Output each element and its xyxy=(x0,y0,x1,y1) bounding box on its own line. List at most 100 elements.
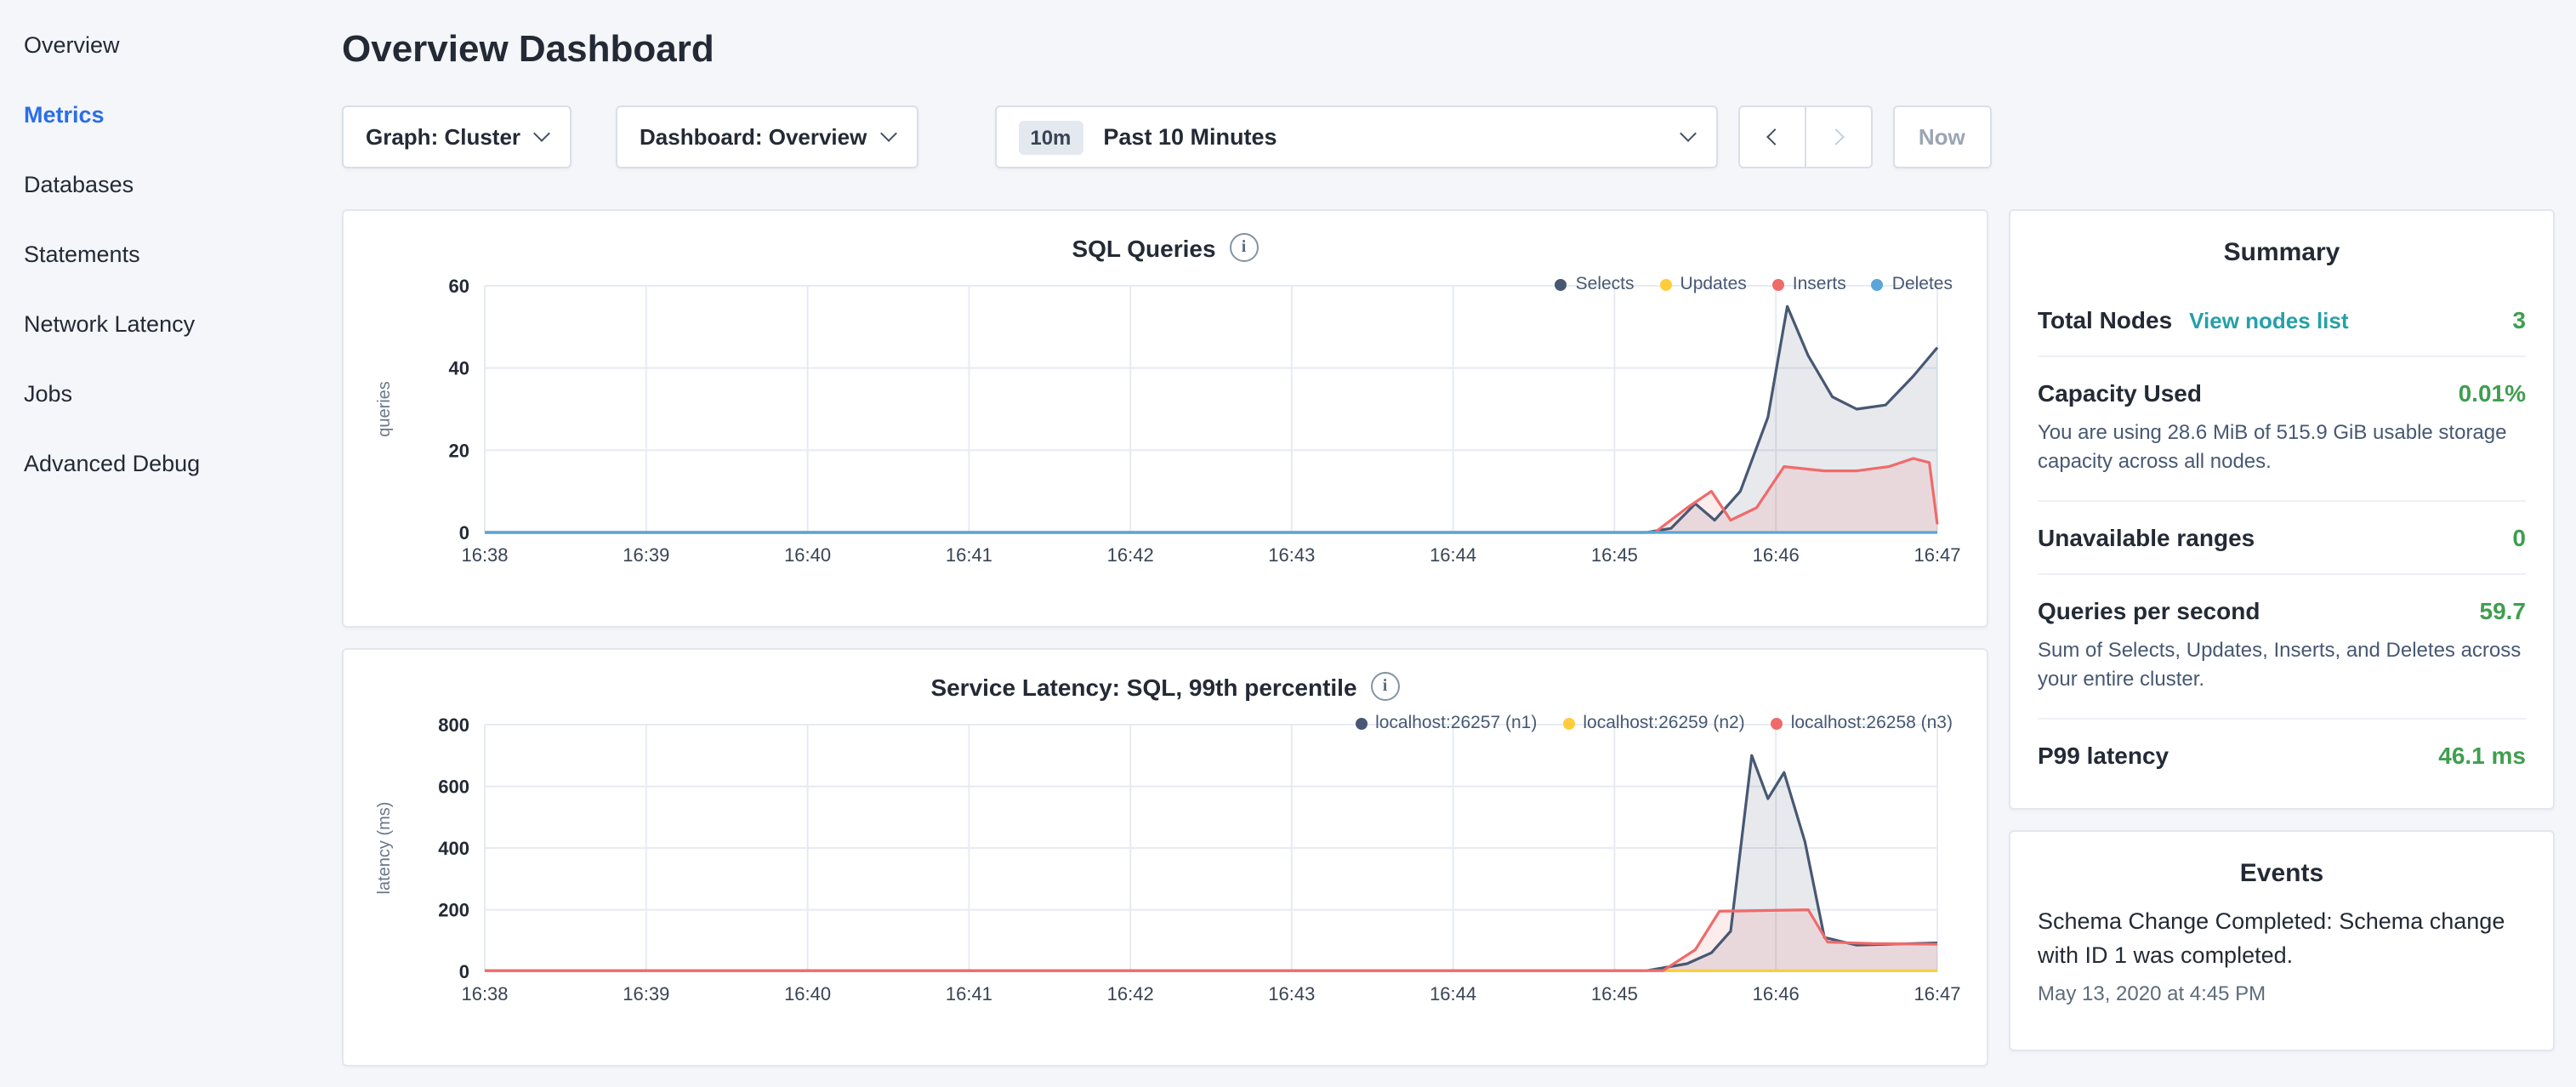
app-root: Overview Metrics Databases Statements Ne… xyxy=(0,0,2576,1087)
stat-value: 0.01% xyxy=(2459,379,2526,407)
sidebar-item-advanced-debug[interactable]: Advanced Debug xyxy=(0,429,342,498)
time-next-button[interactable] xyxy=(1804,105,1872,168)
time-range-label: Past 10 Minutes xyxy=(1103,124,1277,150)
chart-legend: Selects Updates Inserts Deletes xyxy=(1555,274,1953,294)
svg-text:16:42: 16:42 xyxy=(1107,983,1154,1004)
svg-text:20: 20 xyxy=(449,440,469,461)
graph-selector-label: Graph: Cluster xyxy=(366,124,520,150)
summary-stat-p99-latency: P99 latency 46.1 ms xyxy=(2038,717,2526,790)
chart-legend: localhost:26257 (n1) localhost:26259 (n2)… xyxy=(1355,713,1953,733)
stat-label: Capacity Used xyxy=(2038,379,2202,407)
legend-item: Selects xyxy=(1555,274,1635,294)
view-nodes-list-link[interactable]: View nodes list xyxy=(2189,308,2348,333)
sidebar-item-statements[interactable]: Statements xyxy=(0,219,342,289)
svg-text:16:45: 16:45 xyxy=(1591,983,1638,1004)
svg-text:16:39: 16:39 xyxy=(623,544,669,566)
right-column: Summary Total Nodes View nodes list 3 xyxy=(2009,209,2555,1050)
stat-label: Total Nodes xyxy=(2038,306,2172,333)
legend-dot-icon xyxy=(1771,717,1783,729)
sidebar-item-network-latency[interactable]: Network Latency xyxy=(0,289,342,359)
svg-text:16:46: 16:46 xyxy=(1753,983,1800,1004)
svg-text:16:39: 16:39 xyxy=(623,983,669,1004)
stat-value: 0 xyxy=(2512,524,2526,551)
svg-text:latency (ms): latency (ms) xyxy=(375,802,394,895)
svg-text:0: 0 xyxy=(459,522,469,544)
svg-text:16:40: 16:40 xyxy=(784,983,831,1004)
stat-note: You are using 28.6 MiB of 515.9 GiB usab… xyxy=(2038,418,2526,478)
charts-column: SQL Queries SelectsUpdatesInsertsDeletes… xyxy=(342,209,1988,1087)
legend-item: localhost:26257 (n1) xyxy=(1355,713,1537,733)
page-title: Overview Dashboard xyxy=(342,27,2555,71)
svg-text:16:41: 16:41 xyxy=(946,544,992,566)
legend-dot-icon xyxy=(1555,278,1567,290)
time-range-dropdown[interactable]: 10m Past 10 Minutes xyxy=(994,105,1717,168)
svg-text:16:43: 16:43 xyxy=(1268,983,1315,1004)
legend-item: localhost:26259 (n2) xyxy=(1562,713,1744,733)
svg-text:16:38: 16:38 xyxy=(461,983,508,1004)
stat-note: Sum of Selects, Updates, Inserts, and De… xyxy=(2038,636,2526,696)
time-prev-button[interactable] xyxy=(1737,105,1805,168)
svg-text:800: 800 xyxy=(438,714,469,736)
event-text: Schema Change Completed: Schema change w… xyxy=(2038,904,2526,973)
summary-stat-unavailable-ranges: Unavailable ranges 0 xyxy=(2038,500,2526,573)
events-title: Events xyxy=(2038,858,2526,887)
stat-label: Unavailable ranges xyxy=(2038,524,2255,551)
sidebar: Overview Metrics Databases Statements Ne… xyxy=(0,0,342,1087)
chart-title: Service Latency: SQL, 99th percentile xyxy=(930,673,1356,700)
stat-label: P99 latency xyxy=(2038,741,2169,768)
sidebar-item-jobs[interactable]: Jobs xyxy=(0,359,342,429)
legend-dot-icon xyxy=(1660,278,1672,290)
chevron-down-icon xyxy=(533,125,550,142)
summary-stat-capacity-used: Capacity Used 0.01% You are using 28.6 M… xyxy=(2038,356,2526,500)
events-panel: Events Schema Change Completed: Schema c… xyxy=(2009,829,2555,1050)
service-latency-chart-card: Service Latency: SQL, 99th percentile lo… xyxy=(342,648,1988,1067)
svg-text:16:46: 16:46 xyxy=(1753,544,1800,566)
chevron-right-icon xyxy=(1827,128,1844,145)
main-content: Overview Dashboard Graph: Cluster Dashbo… xyxy=(342,0,2576,1087)
svg-text:16:40: 16:40 xyxy=(784,544,831,566)
sql-queries-chart-card: SQL Queries SelectsUpdatesInsertsDeletes… xyxy=(342,209,1988,628)
svg-text:200: 200 xyxy=(438,900,469,921)
info-icon[interactable] xyxy=(1230,233,1259,262)
sidebar-item-overview[interactable]: Overview xyxy=(0,10,342,80)
svg-text:16:47: 16:47 xyxy=(1914,544,1960,566)
info-icon[interactable] xyxy=(1371,672,1400,701)
content-row: SQL Queries SelectsUpdatesInsertsDeletes… xyxy=(342,209,2555,1087)
svg-text:600: 600 xyxy=(438,777,469,798)
svg-text:16:44: 16:44 xyxy=(1430,544,1476,566)
summary-title: Summary xyxy=(2038,238,2526,267)
stat-label: Queries per second xyxy=(2038,597,2260,624)
svg-text:queries: queries xyxy=(375,381,394,437)
summary-stat-queries-per-second: Queries per second 59.7 Sum of Selects, … xyxy=(2038,573,2526,718)
svg-text:400: 400 xyxy=(438,838,469,859)
stat-value: 3 xyxy=(2512,306,2526,333)
chevron-down-icon xyxy=(1679,125,1696,142)
summary-stat-total-nodes: Total Nodes View nodes list 3 xyxy=(2038,284,2526,356)
legend-dot-icon xyxy=(1562,717,1574,729)
svg-text:16:38: 16:38 xyxy=(461,544,508,566)
graph-selector-dropdown[interactable]: Graph: Cluster xyxy=(342,105,571,168)
sql-queries-chart[interactable]: 16:3816:3916:4016:4116:4216:4316:4416:45… xyxy=(366,276,1965,573)
legend-item: localhost:26258 (n3) xyxy=(1771,713,1953,733)
chevron-down-icon xyxy=(879,125,896,142)
legend-dot-icon xyxy=(1355,717,1367,729)
svg-text:40: 40 xyxy=(449,358,469,379)
legend-item: Inserts xyxy=(1772,274,1846,294)
legend-item: Deletes xyxy=(1872,274,1953,294)
service-latency-chart[interactable]: 16:3816:3916:4016:4116:4216:4316:4416:45… xyxy=(366,714,1965,1012)
legend-item: Updates xyxy=(1660,274,1747,294)
time-range-badge: 10m xyxy=(1018,120,1083,154)
now-button[interactable]: Now xyxy=(1892,105,1991,168)
svg-text:16:44: 16:44 xyxy=(1430,983,1476,1004)
legend-dot-icon xyxy=(1772,278,1784,290)
stat-value: 59.7 xyxy=(2480,597,2527,624)
svg-text:0: 0 xyxy=(459,961,469,982)
svg-text:16:47: 16:47 xyxy=(1914,983,1960,1004)
toolbar: Graph: Cluster Dashboard: Overview 10m P… xyxy=(342,105,2555,168)
dashboard-selector-dropdown[interactable]: Dashboard: Overview xyxy=(616,105,918,168)
svg-text:16:42: 16:42 xyxy=(1107,544,1154,566)
summary-panel: Summary Total Nodes View nodes list 3 xyxy=(2009,209,2555,809)
sidebar-item-databases[interactable]: Databases xyxy=(0,150,342,219)
chevron-left-icon xyxy=(1766,128,1783,145)
sidebar-item-metrics[interactable]: Metrics xyxy=(0,80,342,150)
